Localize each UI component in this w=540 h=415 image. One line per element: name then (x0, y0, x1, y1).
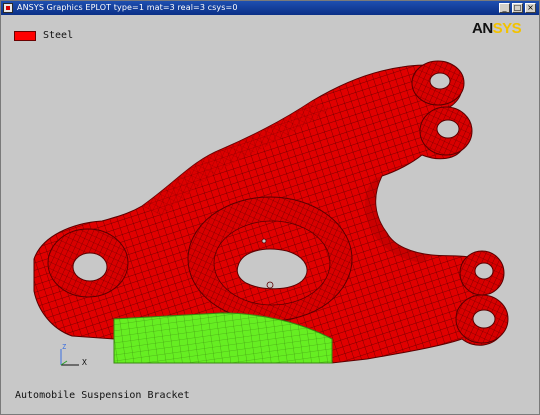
close-icon[interactable]: × (525, 3, 536, 13)
legend-swatch-steel (14, 31, 36, 41)
ansys-logo: ANSYS (472, 20, 522, 37)
ansys-graphics-window: ANSYS Graphics EPLOT type=1 mat=3 real=3… (0, 0, 540, 415)
minimize-icon[interactable]: _ (499, 3, 510, 13)
coordinate-triad-icon (60, 349, 79, 366)
left-mount-hole (72, 252, 108, 282)
window-title: ANSYS Graphics EPLOT type=1 mat=3 real=3… (17, 3, 238, 12)
legend-label-steel: Steel (43, 30, 74, 41)
triad-x-label: X (82, 358, 87, 367)
triad-z-label: Z (62, 343, 67, 351)
title-bar[interactable]: ANSYS Graphics EPLOT type=1 mat=3 real=3… (1, 1, 539, 15)
model-caption: Automobile Suspension Bracket (15, 390, 190, 401)
graphics-viewport[interactable]: Steel ANSYS Z X Automobile Suspension Br… (2, 15, 539, 414)
maximize-icon[interactable]: □ (512, 3, 523, 13)
ansys-app-icon[interactable] (3, 3, 13, 13)
